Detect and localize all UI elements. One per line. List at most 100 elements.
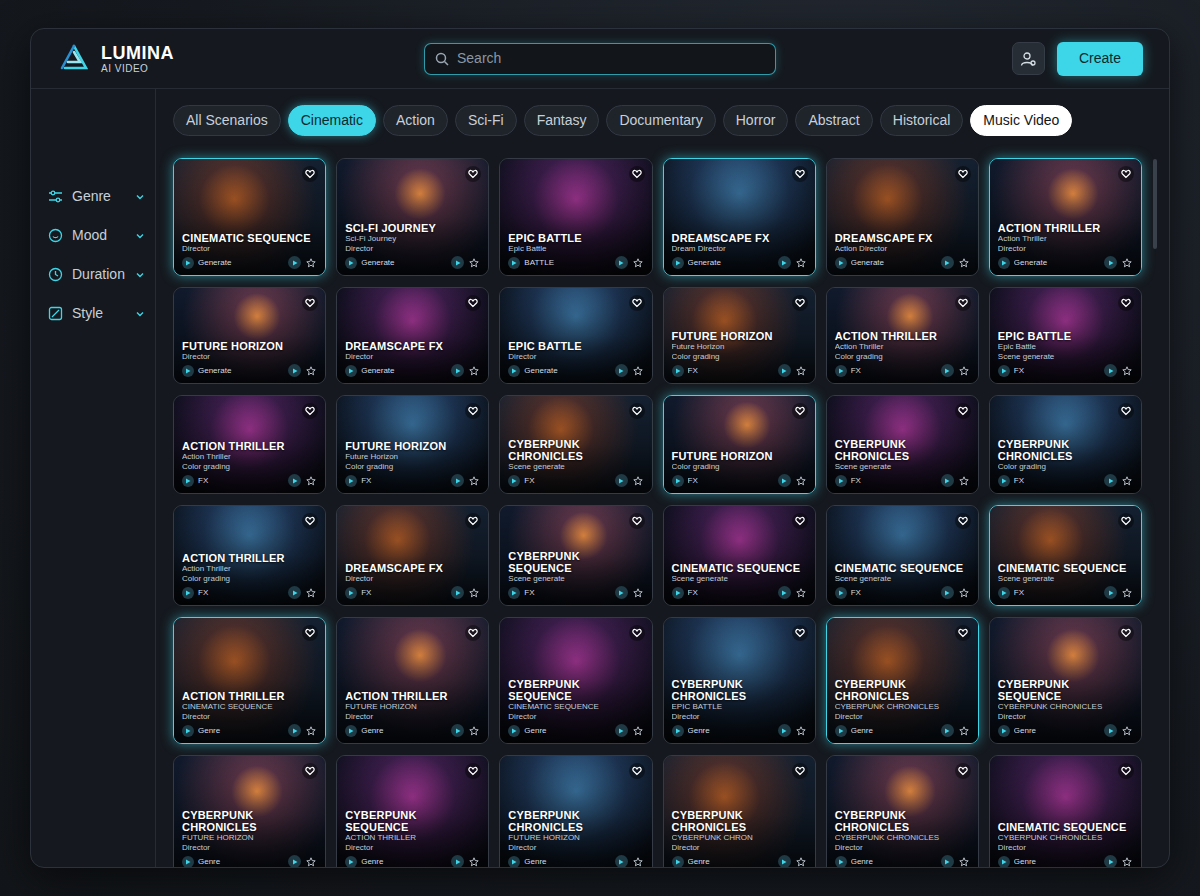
favorite-button[interactable] xyxy=(955,166,971,182)
star-icon[interactable] xyxy=(468,587,480,599)
filter-chip[interactable]: Music Video xyxy=(970,105,1072,136)
preview-button[interactable] xyxy=(288,855,301,867)
sidebar-item[interactable]: Mood xyxy=(48,216,145,255)
scenario-card[interactable]: DREAMSCAPE FXAction DirectorGenerate xyxy=(826,158,979,276)
play-button[interactable] xyxy=(182,365,194,377)
favorite-button[interactable] xyxy=(629,763,645,779)
filter-chip[interactable]: All Scenarios xyxy=(173,105,281,136)
favorite-button[interactable] xyxy=(1118,513,1134,529)
scenario-card[interactable]: CINEMATIC SEQUENCEScene generateFX xyxy=(663,505,816,606)
scenario-card[interactable]: CINEMATIC SEQUENCEScene generateFX xyxy=(826,505,979,606)
scenario-card[interactable]: SCI-FI JOURNEYSci-Fi JourneyDirectorGene… xyxy=(336,158,489,276)
star-icon[interactable] xyxy=(1121,587,1133,599)
star-icon[interactable] xyxy=(468,725,480,737)
play-button[interactable] xyxy=(345,475,357,487)
preview-button[interactable] xyxy=(941,364,954,377)
favorite-button[interactable] xyxy=(629,403,645,419)
preview-button[interactable] xyxy=(941,474,954,487)
scenario-card[interactable]: CYBERPUNK CHRONICLESCYBERPUNK CHRONICLES… xyxy=(826,755,979,867)
favorite-button[interactable] xyxy=(955,403,971,419)
preview-button[interactable] xyxy=(941,256,954,269)
scenario-card[interactable]: FUTURE HORIZONFuture HorizonColor gradin… xyxy=(336,395,489,494)
preview-button[interactable] xyxy=(615,586,628,599)
preview-button[interactable] xyxy=(941,855,954,867)
preview-button[interactable] xyxy=(615,855,628,867)
play-button[interactable] xyxy=(182,856,194,868)
scenario-card[interactable]: EPIC BATTLEEpic BattleBATTLE xyxy=(499,158,652,276)
scenario-card[interactable]: CYBERPUNK CHRONICLESScene generateFX xyxy=(826,395,979,494)
preview-button[interactable] xyxy=(288,364,301,377)
preview-button[interactable] xyxy=(451,256,464,269)
sidebar-item[interactable]: Style xyxy=(48,294,145,333)
favorite-button[interactable] xyxy=(1118,295,1134,311)
star-icon[interactable] xyxy=(468,365,480,377)
play-button[interactable] xyxy=(835,257,847,269)
favorite-button[interactable] xyxy=(955,295,971,311)
play-button[interactable] xyxy=(998,475,1010,487)
star-icon[interactable] xyxy=(305,365,317,377)
star-icon[interactable] xyxy=(958,725,970,737)
filter-chip[interactable]: Cinematic xyxy=(288,105,376,136)
preview-button[interactable] xyxy=(1104,724,1117,737)
scenario-card[interactable]: ACTION THRILLERAction ThrillerColor grad… xyxy=(826,287,979,384)
play-button[interactable] xyxy=(345,856,357,868)
preview-button[interactable] xyxy=(451,855,464,867)
scenario-card[interactable]: ACTION THRILLERAction ThrillerColor grad… xyxy=(173,395,326,494)
star-icon[interactable] xyxy=(958,475,970,487)
play-button[interactable] xyxy=(508,587,520,599)
preview-button[interactable] xyxy=(288,586,301,599)
star-icon[interactable] xyxy=(632,365,644,377)
preview-button[interactable] xyxy=(778,364,791,377)
preview-button[interactable] xyxy=(1104,855,1117,867)
scenario-card[interactable]: FUTURE HORIZONColor gradingFX xyxy=(663,395,816,494)
preview-button[interactable] xyxy=(1104,586,1117,599)
star-icon[interactable] xyxy=(305,856,317,868)
favorite-button[interactable] xyxy=(792,625,808,641)
filter-chip[interactable]: Abstract xyxy=(795,105,872,136)
scenario-card[interactable]: CINEMATIC SEQUENCEScene generateFX xyxy=(989,505,1142,606)
star-icon[interactable] xyxy=(632,257,644,269)
preview-button[interactable] xyxy=(941,586,954,599)
play-button[interactable] xyxy=(672,365,684,377)
preview-button[interactable] xyxy=(1104,364,1117,377)
play-button[interactable] xyxy=(182,475,194,487)
star-icon[interactable] xyxy=(795,475,807,487)
play-button[interactable] xyxy=(672,725,684,737)
scenario-card[interactable]: EPIC BATTLEEpic BattleScene generateFX xyxy=(989,287,1142,384)
preview-button[interactable] xyxy=(451,364,464,377)
scenario-card[interactable]: CYBERPUNK CHRONICLESCYBERPUNK CHRONICLES… xyxy=(826,617,979,744)
scenario-card[interactable]: DREAMSCAPE FXDream DirectorGenerate xyxy=(663,158,816,276)
favorite-button[interactable] xyxy=(955,763,971,779)
favorite-button[interactable] xyxy=(955,513,971,529)
filter-chip[interactable]: Fantasy xyxy=(524,105,600,136)
preview-button[interactable] xyxy=(778,724,791,737)
favorite-button[interactable] xyxy=(792,763,808,779)
preview-button[interactable] xyxy=(451,724,464,737)
play-button[interactable] xyxy=(182,257,194,269)
preview-button[interactable] xyxy=(1104,256,1117,269)
favorite-button[interactable] xyxy=(792,295,808,311)
play-button[interactable] xyxy=(835,475,847,487)
play-button[interactable] xyxy=(345,365,357,377)
play-button[interactable] xyxy=(672,587,684,599)
star-icon[interactable] xyxy=(795,725,807,737)
scrollbar-thumb[interactable] xyxy=(1153,159,1157,249)
star-icon[interactable] xyxy=(468,475,480,487)
preview-button[interactable] xyxy=(1104,474,1117,487)
scenario-card[interactable]: CYBERPUNK CHRONICLESFUTURE HORIZONDirect… xyxy=(173,755,326,867)
star-icon[interactable] xyxy=(795,587,807,599)
star-icon[interactable] xyxy=(305,725,317,737)
scenario-card[interactable]: ACTION THRILLERCINEMATIC SEQUENCEDirecto… xyxy=(173,617,326,744)
scenario-card[interactable]: CYBERPUNK SEQUENCECINEMATIC SEQUENCEDire… xyxy=(499,617,652,744)
scenario-card[interactable]: FUTURE HORIZONDirectorGenerate xyxy=(173,287,326,384)
search-input[interactable] xyxy=(457,48,765,69)
star-icon[interactable] xyxy=(1121,365,1133,377)
play-button[interactable] xyxy=(345,257,357,269)
sidebar-item[interactable]: Genre xyxy=(48,177,145,216)
star-icon[interactable] xyxy=(468,856,480,868)
play-button[interactable] xyxy=(998,725,1010,737)
star-icon[interactable] xyxy=(468,257,480,269)
scenario-card[interactable]: EPIC BATTLEDirectorGenerate xyxy=(499,287,652,384)
play-button[interactable] xyxy=(835,725,847,737)
scenario-card[interactable]: CYBERPUNK CHRONICLESEPIC BATTLEDirectorG… xyxy=(663,617,816,744)
